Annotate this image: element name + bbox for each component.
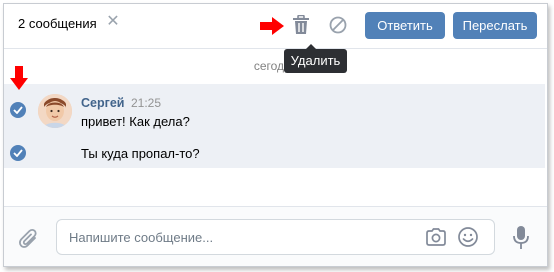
chat-window: 2 сообщения ✕ Ответить Переслать Удалить… [3, 3, 548, 267]
red-arrow-right-icon [260, 17, 284, 35]
microphone-icon[interactable] [512, 225, 530, 251]
message-composer [4, 207, 547, 266]
close-icon[interactable]: ✕ [105, 13, 121, 31]
message-checkbox[interactable] [10, 102, 26, 118]
reply-button[interactable]: Ответить [365, 12, 445, 39]
message-author[interactable]: Сергей [81, 96, 124, 110]
delete-tooltip: Удалить [284, 44, 347, 73]
smile-icon[interactable] [457, 226, 479, 248]
selected-count: 2 сообщения [18, 16, 97, 31]
message-checkbox[interactable] [10, 145, 26, 161]
check-icon [13, 106, 23, 114]
message-time: 21:25 [131, 96, 162, 110]
camera-icon[interactable] [425, 227, 447, 247]
selected-message-group[interactable]: Сергей 21:25 привет! Как дела? Ты куда п… [4, 84, 545, 168]
message-input-box[interactable] [56, 219, 495, 255]
selection-toolbar: 2 сообщения ✕ Ответить Переслать [4, 4, 547, 49]
message-text: Ты куда пропал-то? [81, 146, 200, 161]
paperclip-icon[interactable] [19, 228, 39, 250]
message-text: привет! Как дела? [81, 114, 190, 129]
check-icon [13, 149, 23, 157]
forward-button[interactable]: Переслать [453, 12, 537, 39]
trash-icon[interactable] [292, 15, 310, 35]
red-arrow-down-icon [10, 66, 28, 90]
block-icon[interactable] [328, 15, 348, 35]
avatar[interactable] [38, 94, 72, 128]
date-separator: сегодня [253, 59, 298, 73]
message-input[interactable] [69, 220, 399, 254]
